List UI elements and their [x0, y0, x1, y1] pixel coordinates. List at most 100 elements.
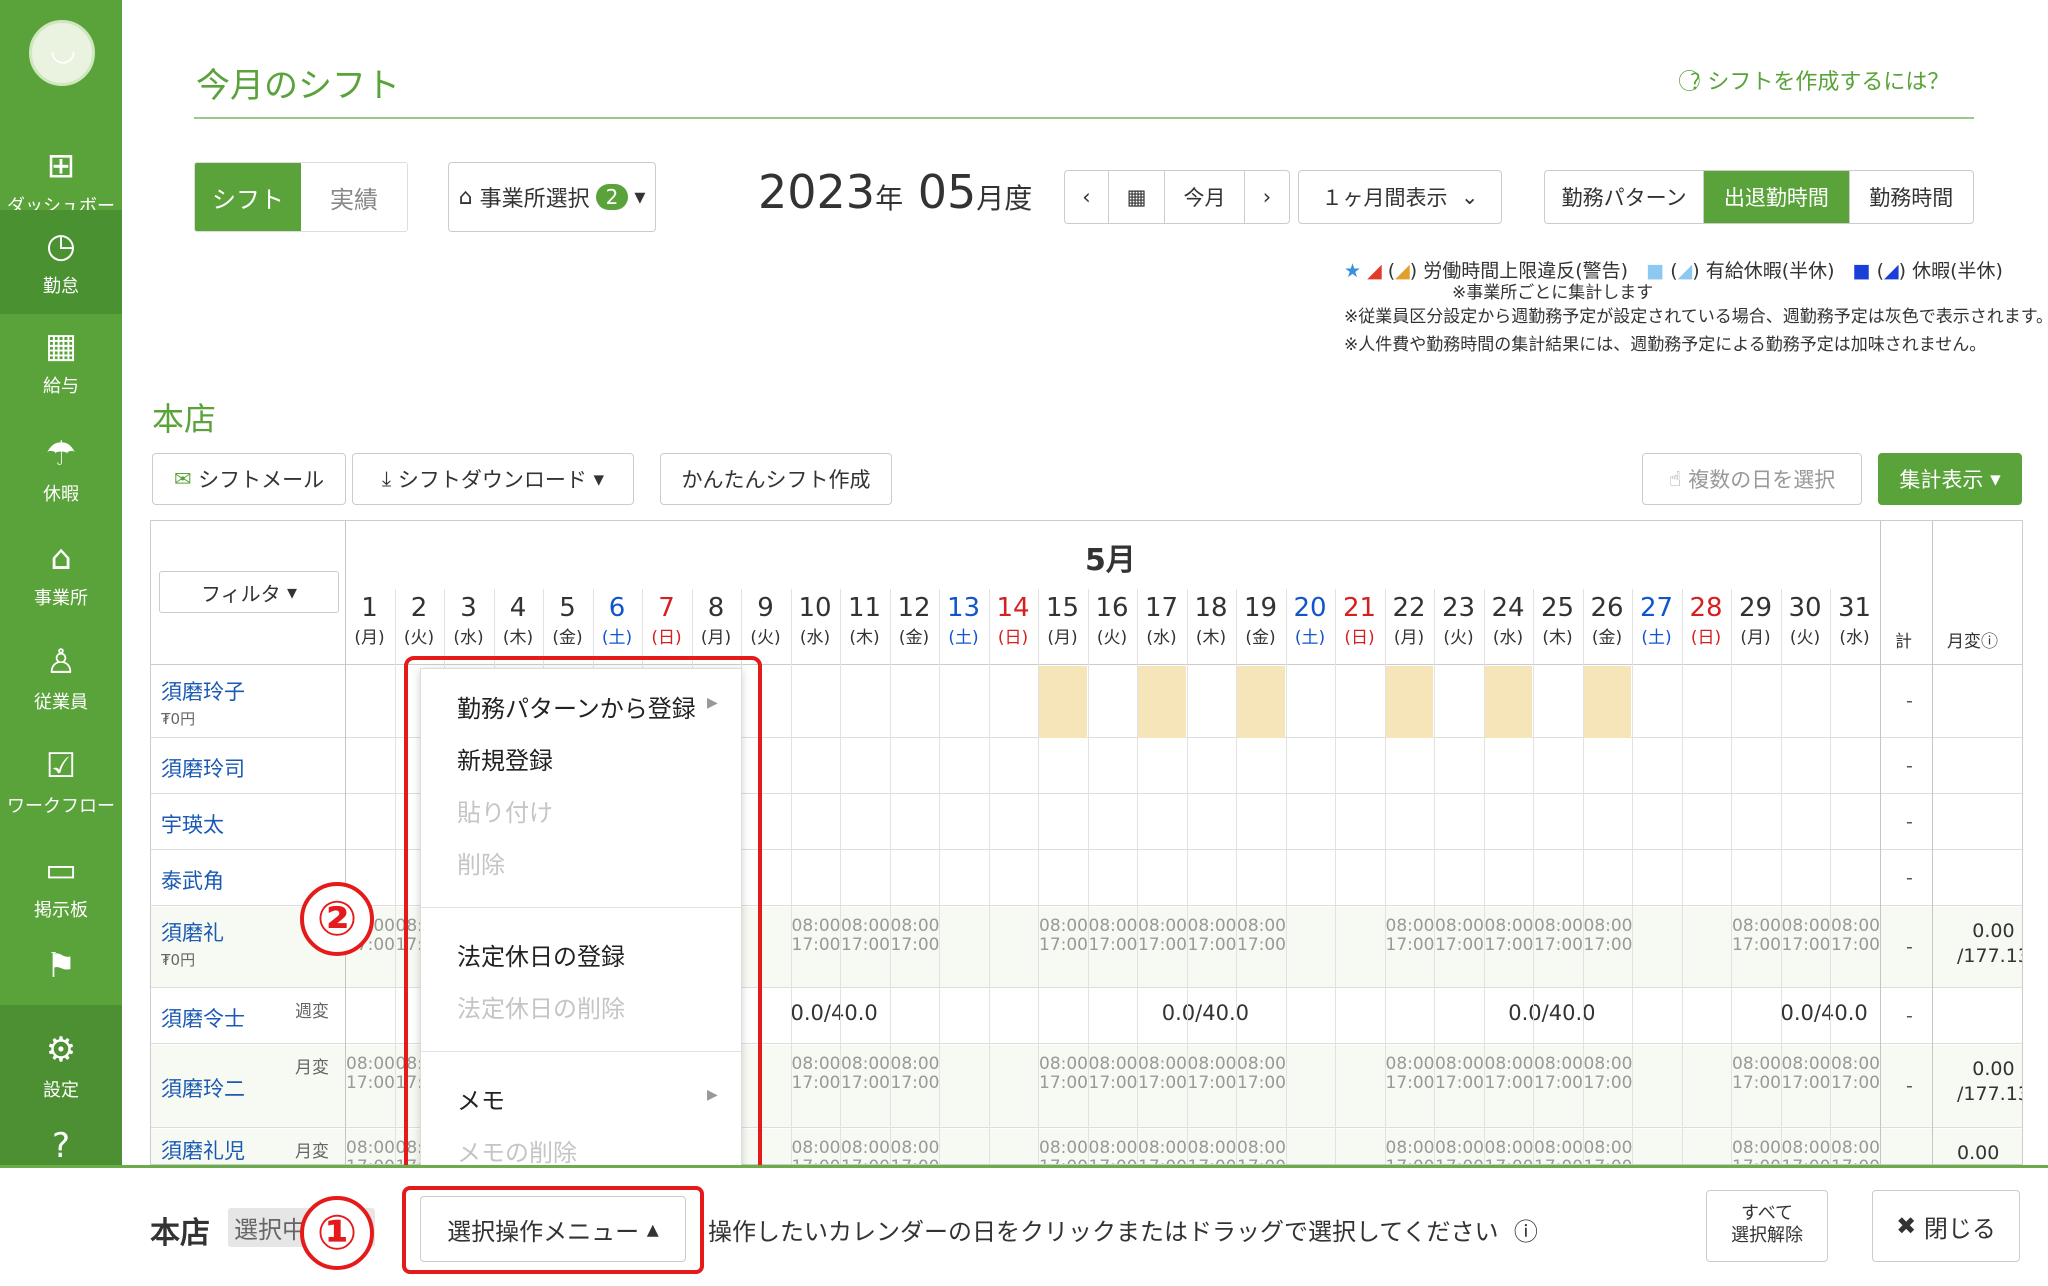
day-header[interactable]: 14 (日)	[989, 593, 1038, 648]
shift-time[interactable]: 08:0017:00	[1584, 1055, 1633, 1092]
shift-time[interactable]: 08:0017:00	[1138, 917, 1187, 954]
day-header[interactable]: 31 (水)	[1830, 593, 1879, 648]
day-header[interactable]: 22 (月)	[1385, 593, 1434, 648]
day-header[interactable]: 8 (月)	[692, 593, 741, 648]
selection-menu-button[interactable]: 選択操作メニュー ▴	[420, 1196, 686, 1262]
menu-item-legal-holiday-delete[interactable]: 法定休日の削除	[457, 989, 625, 1024]
shift-time[interactable]: 08:0017:00	[1237, 917, 1286, 954]
shift-time[interactable]: 08:0017:00	[1831, 917, 1880, 954]
sidebar-item-4[interactable]: ⌂ 事業所	[0, 522, 122, 626]
summary-button[interactable]: 集計表示 ▾	[1878, 453, 2022, 505]
day-header[interactable]: 12 (金)	[890, 593, 939, 648]
shift-time[interactable]: 08:0017:00	[1782, 917, 1831, 954]
employee-name[interactable]: 須磨玲子	[161, 676, 245, 706]
menu-item-legal-holiday-add[interactable]: 法定休日の登録	[457, 937, 625, 972]
shift-time[interactable]: 08:0017:00	[1782, 1139, 1831, 1164]
shift-time[interactable]: 08:0017:00	[792, 917, 841, 954]
office-select-button[interactable]: ⌂ 事業所選択 2 ▾	[448, 162, 656, 232]
day-header[interactable]: 25 (木)	[1533, 593, 1582, 648]
shift-time[interactable]: 08:0017:00	[1435, 1055, 1484, 1092]
calendar-icon[interactable]: ▦	[1109, 171, 1165, 223]
close-button[interactable]: ✖ 閉じる	[1872, 1190, 2020, 1262]
day-header[interactable]: 13 (土)	[939, 593, 988, 648]
sidebar-item-6[interactable]: ☑ ワークフロー	[0, 730, 122, 834]
shift-time[interactable]: 08:0017:00	[1584, 917, 1633, 954]
employee-name[interactable]: 宇瑛太	[161, 809, 224, 839]
help-link[interactable]: ?⃝ シフトを作成するには？	[1690, 64, 1949, 96]
sidebar-item-9[interactable]: ⚙ 設定	[0, 1014, 122, 1118]
planned-shift-cell[interactable]	[1237, 666, 1285, 738]
shift-time[interactable]: 08:0017:00	[1831, 1139, 1880, 1164]
shift-time[interactable]: 08:0017:00	[1237, 1055, 1286, 1092]
employee-name[interactable]: 須磨玲司	[161, 753, 245, 783]
next-month-button[interactable]: ›	[1245, 171, 1289, 223]
filter-button[interactable]: フィルタ ▾	[159, 571, 339, 613]
view-hours-button[interactable]: 勤務時間	[1850, 171, 1973, 223]
day-header[interactable]: 3 (水)	[444, 593, 493, 648]
day-header[interactable]: 10 (水)	[791, 593, 840, 648]
this-month-button[interactable]: 今月	[1165, 171, 1245, 223]
shift-time[interactable]: 08:0017:00	[1089, 1055, 1138, 1092]
employee-name[interactable]: 須磨令士	[161, 1003, 245, 1033]
day-header[interactable]: 27 (土)	[1632, 593, 1681, 648]
day-header[interactable]: 15 (月)	[1038, 593, 1087, 648]
menu-item-memo-delete[interactable]: メモの削除	[457, 1133, 577, 1168]
day-header[interactable]: 1 (月)	[345, 593, 394, 648]
shift-time[interactable]: 08:0017:00	[1831, 1055, 1880, 1092]
shift-time[interactable]: 08:0017:00	[841, 1139, 890, 1164]
day-header[interactable]: 28 (日)	[1682, 593, 1731, 648]
shift-time[interactable]: 08:0017:00	[1386, 1139, 1435, 1164]
shift-time[interactable]: 08:0017:00	[1732, 1055, 1781, 1092]
sidebar-item-7[interactable]: ▭ 掲示板	[0, 834, 122, 938]
avatar[interactable]	[29, 20, 95, 86]
shift-time[interactable]: 08:0017:00	[1138, 1139, 1187, 1164]
day-header[interactable]: 11 (木)	[840, 593, 889, 648]
day-header[interactable]: 21 (日)	[1335, 593, 1384, 648]
shift-download-button[interactable]: ⤓ シフトダウンロード ▾	[352, 453, 634, 505]
shift-mail-button[interactable]: ✉ シフトメール	[152, 453, 346, 505]
day-header[interactable]: 7 (日)	[642, 593, 691, 648]
day-header[interactable]: 9 (火)	[741, 593, 790, 648]
day-header[interactable]: 5 (金)	[543, 593, 592, 648]
menu-item-memo[interactable]: メモ ▶	[457, 1081, 718, 1116]
planned-shift-cell[interactable]	[1484, 666, 1532, 738]
shift-time[interactable]: 08:0017:00	[346, 1055, 395, 1092]
shift-time[interactable]: 08:0017:00	[1089, 917, 1138, 954]
shift-time[interactable]: 08:0017:00	[891, 917, 940, 954]
shift-time[interactable]: 08:0017:00	[1039, 1139, 1088, 1164]
shift-time[interactable]: 08:0017:00	[792, 1139, 841, 1164]
multi-select-button[interactable]: ☝ 複数の日を選択	[1642, 453, 1862, 505]
shift-time[interactable]: 08:0017:00	[1039, 1055, 1088, 1092]
sidebar-item-1[interactable]: ◷ 勤怠	[0, 210, 122, 314]
day-header[interactable]: 29 (月)	[1731, 593, 1780, 648]
shift-time[interactable]: 08:0017:00	[1188, 1055, 1237, 1092]
day-header[interactable]: 26 (金)	[1583, 593, 1632, 648]
shift-time[interactable]: 08:0017:00	[1485, 1139, 1534, 1164]
planned-shift-cell[interactable]	[1138, 666, 1186, 738]
shift-time[interactable]: 08:0017:00	[1584, 1139, 1633, 1164]
shift-time[interactable]: 08:0017:00	[1188, 1139, 1237, 1164]
day-header[interactable]: 18 (木)	[1187, 593, 1236, 648]
sidebar-item-2[interactable]: ▦ 給与	[0, 310, 122, 414]
employee-name[interactable]: 須磨礼児	[161, 1135, 245, 1164]
prev-month-button[interactable]: ‹	[1065, 171, 1109, 223]
shift-time[interactable]: 08:0017:00	[1386, 1055, 1435, 1092]
view-pattern-button[interactable]: 勤務パターン	[1545, 171, 1705, 223]
shift-time[interactable]: 08:0017:00	[891, 1139, 940, 1164]
day-header[interactable]: 4 (木)	[494, 593, 543, 648]
sidebar-item-3[interactable]: ☂ 休暇	[0, 418, 122, 522]
day-header[interactable]: 17 (水)	[1137, 593, 1186, 648]
sidebar-item-5[interactable]: ♙ 従業員	[0, 626, 122, 730]
shift-time[interactable]: 08:0017:00	[1435, 917, 1484, 954]
shift-time[interactable]: 08:0017:00	[1485, 1055, 1534, 1092]
shift-time[interactable]: 08:0017:00	[1534, 917, 1583, 954]
shift-time[interactable]: 08:0017:00	[1039, 917, 1088, 954]
employee-name[interactable]: 須磨玲二	[161, 1073, 245, 1103]
shift-time[interactable]: 08:0017:00	[841, 917, 890, 954]
shift-time[interactable]: 08:0017:00	[1782, 1055, 1831, 1092]
shift-time[interactable]: 08:0017:00	[346, 1139, 395, 1164]
shift-time[interactable]: 08:0017:00	[1534, 1055, 1583, 1092]
shift-time[interactable]: 08:0017:00	[891, 1055, 940, 1092]
tab-shift[interactable]: シフト	[195, 163, 301, 231]
day-header[interactable]: 30 (火)	[1781, 593, 1830, 648]
